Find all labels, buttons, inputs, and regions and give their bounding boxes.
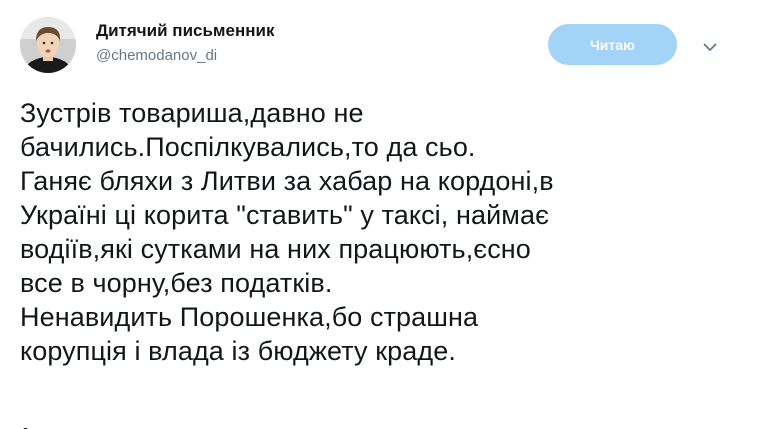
tweet-line: корупція і влада із бюджету краде. [20,336,456,366]
author-display-name[interactable]: Дитячий письменник [96,21,274,41]
tweet-line: водіїв,які сутками на них працюють,єсно [20,234,531,264]
tweet-line: Зустрів товариша,давно не [20,98,364,128]
tweet-line: бачились.Поспілкувались,то да сьо. [20,132,476,162]
following-button[interactable]: Читаю [548,24,677,65]
more-options-button[interactable] [700,37,720,57]
tweet-line: Україні ці корита "ставить" у таксі, най… [20,200,549,230]
cut-off-text-fragment [20,421,30,429]
tweet-line: Ненавидить Порошенка,бо страшна [20,302,479,332]
avatar[interactable] [20,17,76,73]
author-handle[interactable]: @chemodanov_di [96,47,217,64]
tweet-card: Дитячий письменник @chemodanov_di Читаю … [0,0,757,429]
tweet-line: Ганяє бляхи з Литви за хабар на кордоні,… [20,166,554,196]
tweet-text: Зустрів товариша,давно не бачились.Поспі… [20,96,750,368]
tweet-line: все в чорну,без податків. [20,268,333,298]
chevron-down-icon [703,43,717,51]
user-avatar-icon [20,17,76,73]
